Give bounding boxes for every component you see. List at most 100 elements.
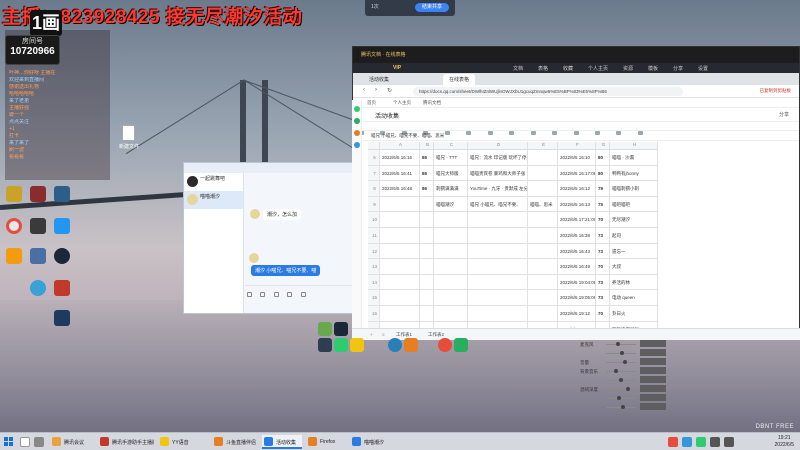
table-cell[interactable]: 70 [596, 305, 610, 321]
game-icon[interactable] [318, 322, 332, 336]
sidebar-app-icon[interactable] [354, 106, 360, 112]
steam-icon[interactable] [54, 248, 70, 264]
table-cell[interactable] [380, 196, 420, 212]
table-cell[interactable] [380, 212, 420, 227]
table-cell[interactable]: 喵吧喵吧 [610, 196, 658, 212]
column-header[interactable]: D [468, 142, 528, 149]
table-cell[interactable]: 喵喵、思米 [528, 196, 558, 212]
table-cell[interactable] [420, 259, 434, 274]
table-cell[interactable] [528, 181, 558, 196]
more-icon[interactable] [300, 292, 306, 297]
desktop-app-icon[interactable] [6, 248, 22, 264]
table-cell[interactable] [528, 259, 558, 274]
gamepad-icon[interactable] [54, 280, 70, 296]
mixer-value-box[interactable] [640, 376, 666, 383]
nav-item[interactable]: 设置 [698, 65, 708, 72]
mixer-value-box[interactable] [640, 358, 666, 365]
back-icon[interactable]: ‹ [363, 87, 365, 93]
mixer-value-box[interactable] [640, 349, 666, 356]
app-icon[interactable] [350, 338, 364, 352]
qq-contact-item-selected[interactable]: 喵喵潮汐 [184, 191, 243, 209]
browser-tab-active[interactable]: 在线表格 [443, 74, 476, 85]
table-cell[interactable]: 73 [596, 274, 610, 290]
desktop-app-icon[interactable] [6, 186, 22, 202]
end-share-button[interactable]: 结束共享 [415, 3, 449, 12]
mixer-slider-knob[interactable] [615, 342, 620, 346]
table-cell[interactable] [468, 212, 528, 227]
desktop-file-icon[interactable] [122, 125, 135, 141]
table-cell[interactable]: 2022/6/5 16:12 [558, 181, 596, 196]
table-cell[interactable] [380, 259, 420, 274]
file-icon[interactable] [273, 292, 279, 297]
table-cell[interactable]: 喵兄 小喵兄、喵兄不要、 [468, 196, 528, 212]
table-cell[interactable]: 2022/6/5 16:48 [380, 181, 420, 196]
mixer-slider-track[interactable] [606, 398, 636, 399]
forward-icon[interactable]: › [375, 87, 377, 93]
add-sheet-icon[interactable]: + [370, 332, 373, 337]
nav-item[interactable]: 个人主页 [588, 65, 608, 72]
tray-app-icon[interactable] [682, 437, 692, 447]
table-cell[interactable]: 喵喵潮汐 [434, 196, 468, 212]
table-cell[interactable]: 起司 [610, 227, 658, 243]
column-header[interactable]: C [434, 142, 468, 149]
filter-icon[interactable] [594, 131, 600, 135]
table-cell[interactable]: 喵喵刺猬小刺 [610, 181, 658, 196]
table-cell[interactable]: 73 [596, 290, 610, 305]
taskbar-task[interactable]: 斗鱼直播伴侣 [212, 435, 258, 449]
table-cell[interactable]: 70 [596, 259, 610, 274]
mixer-value-box[interactable] [640, 394, 666, 401]
table-cell[interactable]: 卦日火 [610, 305, 658, 321]
table-cell[interactable]: 大叔 [610, 259, 658, 274]
table-cell[interactable] [528, 290, 558, 305]
table-cell[interactable] [434, 305, 468, 321]
table-cell[interactable]: 2022/6/5 16:13 [558, 196, 596, 212]
task-view-icon[interactable] [34, 437, 44, 447]
table-cell[interactable] [420, 243, 434, 259]
border-icon[interactable] [530, 131, 536, 135]
search-icon[interactable] [20, 437, 30, 447]
column-header[interactable]: F [558, 142, 596, 149]
table-cell[interactable] [420, 196, 434, 212]
table-cell[interactable] [380, 274, 420, 290]
table-cell[interactable]: 80 [596, 150, 610, 165]
table-cell[interactable]: 75 [596, 196, 610, 212]
mixer-slider-track[interactable] [606, 389, 636, 390]
taskbar-task[interactable]: 活动收集 [262, 435, 302, 449]
table-cell[interactable] [420, 290, 434, 305]
windows-start-icon[interactable] [4, 437, 14, 447]
tray-app-icon[interactable] [668, 437, 678, 447]
nav-item[interactable]: 收藏 [563, 65, 573, 72]
table-cell[interactable]: 79 [596, 181, 610, 196]
table-cell[interactable]: 刺猬满满满 [434, 181, 468, 196]
table-cell[interactable] [468, 227, 528, 243]
table-cell[interactable] [468, 305, 528, 321]
desktop-app-icon[interactable] [54, 310, 70, 326]
nav-item[interactable]: 分享 [673, 65, 683, 72]
nav-item[interactable]: 模板 [648, 65, 658, 72]
merge-icon[interactable] [552, 131, 558, 135]
share-button[interactable]: 分享 [779, 111, 789, 118]
nav-item[interactable]: 表格 [538, 65, 548, 72]
table-cell[interactable]: 70 [596, 212, 610, 227]
nav-item[interactable]: 资源 [623, 65, 633, 72]
table-cell[interactable]: 73 [596, 227, 610, 243]
table-cell[interactable]: 86 [420, 150, 434, 165]
qq-icon[interactable] [318, 338, 332, 352]
table-cell[interactable]: 2022/6/5 16:43 [558, 243, 596, 259]
table-cell[interactable]: 2022/6/5 19:04:08 [558, 274, 596, 290]
taskbar-clock[interactable]: 19:21 2022/6/5 [775, 435, 794, 449]
qq-contact-item[interactable]: 一起跳舞吧 [184, 173, 243, 191]
taskbar-task[interactable]: Firefox [306, 435, 346, 449]
sidebar-app-icon[interactable] [354, 142, 360, 148]
app-icon[interactable] [388, 338, 402, 352]
volume-icon[interactable] [710, 437, 720, 447]
column-header[interactable]: G [596, 142, 610, 149]
function-icon[interactable] [637, 131, 643, 135]
table-cell[interactable] [528, 274, 558, 290]
taskbar-task[interactable]: 腾讯手游助手主播版 [98, 435, 154, 449]
desktop-app-icon[interactable] [30, 186, 46, 202]
computer-icon[interactable] [30, 248, 46, 264]
table-cell[interactable]: 遗忘一 [610, 243, 658, 259]
taskbar-task[interactable]: YY语音 [158, 435, 208, 449]
mixer-slider-track[interactable] [606, 371, 636, 372]
